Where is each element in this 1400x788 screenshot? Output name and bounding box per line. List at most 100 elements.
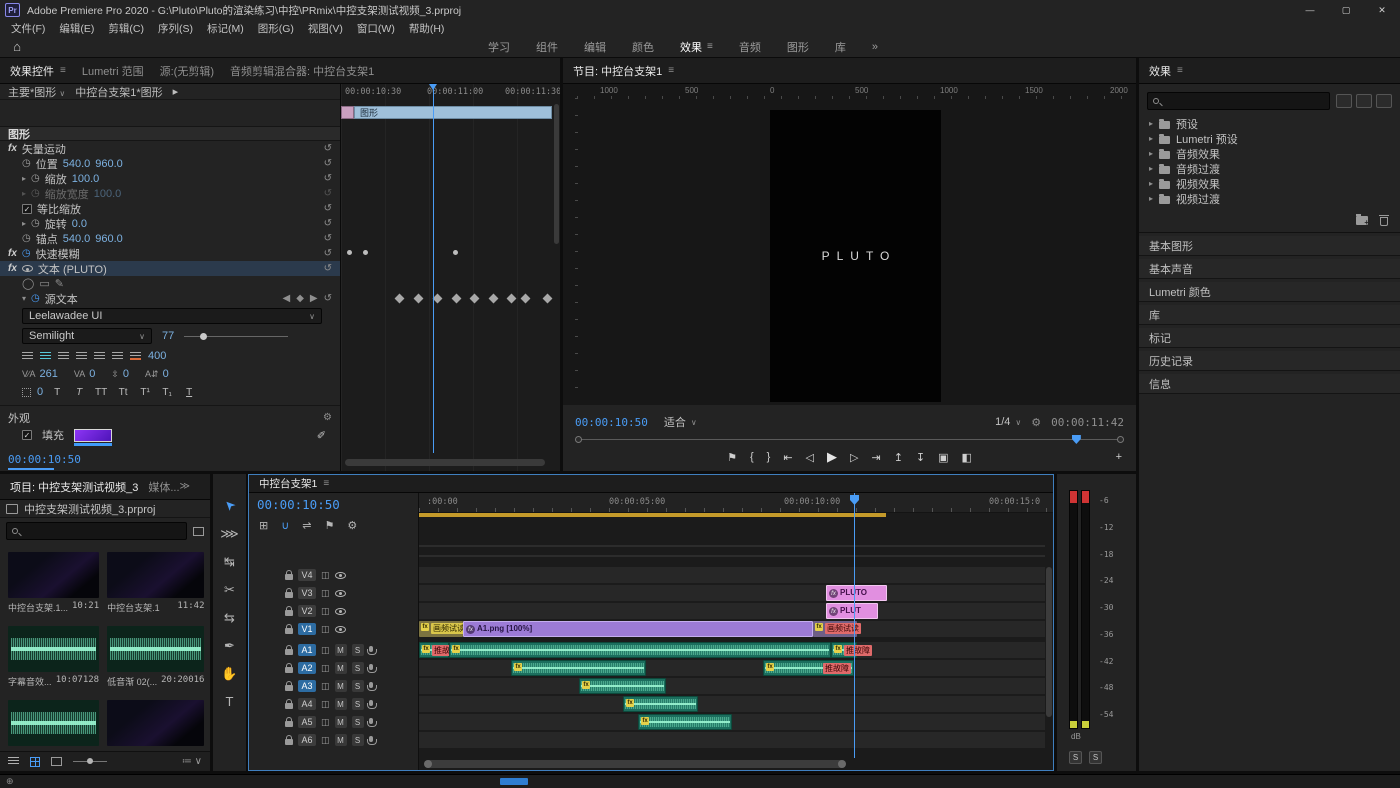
zoom-slider[interactable]: [73, 761, 107, 762]
checkbox-checked-icon[interactable]: ✓: [22, 204, 32, 214]
workspace-overflow-icon[interactable]: »: [872, 41, 878, 53]
ripple-edit-tool[interactable]: ↹: [224, 554, 235, 569]
reset-property-icon[interactable]: ↺: [324, 293, 332, 304]
solo-button[interactable]: S: [352, 644, 364, 656]
timeline-content[interactable]: :00:0000:00:05:0000:00:10:0000:00:15:0 f…: [419, 493, 1053, 770]
panel-tab[interactable]: 音频剪辑混合器: 中控台支架1: [230, 63, 374, 79]
comparison-view-button[interactable]: ◧: [962, 451, 972, 464]
voiceover-mic-icon[interactable]: [369, 646, 373, 652]
workspace-tab[interactable]: 效果≡: [680, 39, 713, 55]
settings-wrench-icon[interactable]: ⚙: [1031, 416, 1041, 429]
wrench-icon[interactable]: ⚙: [323, 412, 332, 423]
effects-folder-row[interactable]: ▸预设: [1139, 116, 1400, 131]
linked-selection-button[interactable]: ⇌: [302, 519, 311, 532]
horizontal-scrollbar[interactable]: [345, 459, 545, 466]
keyframe-diamond[interactable]: [489, 294, 499, 304]
mute-button[interactable]: M: [335, 716, 347, 728]
solo-button[interactable]: S: [352, 716, 364, 728]
tracking-control[interactable]: VA0: [74, 368, 95, 380]
effects-folder-row[interactable]: ▸音频效果: [1139, 146, 1400, 161]
master-clip-selector[interactable]: 主要*图形 ∨: [8, 84, 65, 100]
graphics-group-header[interactable]: 图形: [0, 126, 340, 141]
video-thumbnail[interactable]: [107, 552, 204, 598]
tab-media-browser[interactable]: 媒体...: [148, 479, 179, 495]
audio-thumbnail[interactable]: [8, 626, 99, 672]
effects-folder-row[interactable]: ▸Lumetri 预设: [1139, 131, 1400, 146]
voiceover-mic-icon[interactable]: [369, 700, 373, 706]
scale-value[interactable]: 100.0: [72, 173, 100, 185]
font-family-select[interactable]: Leelawadee UI ∨: [22, 308, 322, 324]
track-lane-V2[interactable]: [419, 603, 1045, 619]
align-right-icon[interactable]: [58, 352, 69, 360]
solo-button[interactable]: S: [352, 734, 364, 746]
anchor-x-value[interactable]: 540.0: [63, 233, 91, 245]
keyframe-diamond[interactable]: [507, 294, 517, 304]
text-box-value[interactable]: 0: [37, 386, 43, 398]
kerning-value[interactable]: 261: [40, 368, 58, 380]
sync-lock-icon[interactable]: ◫: [321, 735, 330, 746]
32bit-effects-filter-button[interactable]: [1356, 94, 1372, 108]
playback-resolution-select[interactable]: 1/4∨: [995, 416, 1021, 428]
workspace-tab[interactable]: 音频: [739, 39, 761, 55]
menu-item[interactable]: 标记(M): [200, 21, 251, 36]
clip-segment[interactable]: [341, 106, 354, 119]
track-output-icon[interactable]: [335, 590, 346, 597]
reset-property-icon[interactable]: ↺: [324, 173, 332, 184]
panel-tab[interactable]: 效果控件: [10, 63, 54, 79]
chevron-right-icon[interactable]: ▸: [1149, 134, 1153, 143]
keyframe-dot[interactable]: [347, 250, 352, 255]
menu-item[interactable]: 视图(V): [301, 21, 350, 36]
yuv-effects-filter-button[interactable]: [1376, 94, 1392, 108]
scrub-track[interactable]: [581, 439, 1118, 440]
solo-button[interactable]: S: [352, 680, 364, 692]
add-keyframe-icon[interactable]: ◆: [296, 293, 304, 304]
timeline-playhead[interactable]: [854, 493, 855, 758]
keyframe-dot[interactable]: [453, 250, 458, 255]
track-lane-V3[interactable]: [419, 585, 1045, 601]
panel-options-icon[interactable]: [193, 527, 204, 536]
align-left-icon[interactable]: [22, 352, 33, 360]
collapsed-panel-tab[interactable]: 库: [1139, 305, 1400, 325]
menu-item[interactable]: 剪辑(C): [101, 21, 151, 36]
clip-indicator[interactable]: [1082, 491, 1089, 503]
reset-effect-icon[interactable]: ↺: [324, 143, 332, 154]
baseline-shift-control[interactable]: A⇵0: [145, 368, 169, 380]
chevron-right-icon[interactable]: ▸: [1149, 164, 1153, 173]
project-item[interactable]: 字幕音效...10:07128: [8, 626, 99, 688]
property-uniform-scale[interactable]: ✓ 等比缩放 ↺: [0, 201, 340, 216]
workspace-tab[interactable]: 颜色: [632, 39, 654, 55]
track-lane-A3[interactable]: [419, 678, 1045, 694]
clip-indicator[interactable]: [1070, 491, 1077, 503]
sync-lock-icon[interactable]: ◫: [321, 624, 330, 635]
effect-timeline-clip[interactable]: 图形: [341, 106, 552, 119]
accelerated-effects-filter-button[interactable]: [1336, 94, 1352, 108]
clip-A1.png [100%][interactable]: fxA1.png [100%]: [463, 621, 813, 637]
step-back-button[interactable]: ◁: [806, 451, 814, 464]
tab-program[interactable]: 节目: 中控台支架1: [573, 63, 662, 79]
effect-fast-blur[interactable]: fx ◷ 快速模糊 ↺: [0, 246, 340, 261]
clip-推故障[interactable]: fx推故障: [763, 660, 854, 676]
collapse-panel-icon[interactable]: ▸: [173, 85, 179, 98]
keyframe-diamond[interactable]: [414, 294, 424, 304]
track-lock-icon[interactable]: [285, 685, 293, 691]
effects-folder-row[interactable]: ▸音频过渡: [1139, 161, 1400, 176]
effect-controls-timecode[interactable]: 00:00:10:50: [8, 453, 81, 466]
snap-button[interactable]: ∪: [281, 519, 289, 532]
sync-lock-icon[interactable]: ◫: [321, 663, 330, 674]
justify-left-icon[interactable]: [76, 352, 87, 360]
collapsed-panel-tab[interactable]: 标记: [1139, 328, 1400, 348]
small-caps-button[interactable]: Tt: [115, 387, 131, 398]
subscript-button[interactable]: T₁: [159, 387, 175, 398]
mute-button[interactable]: M: [335, 698, 347, 710]
program-timecode[interactable]: 00:00:10:50: [575, 416, 648, 429]
keyframe-diamond[interactable]: [470, 294, 480, 304]
chevron-right-icon[interactable]: ▸: [1149, 119, 1153, 128]
reset-property-icon[interactable]: ↺: [324, 203, 332, 214]
reset-property-icon[interactable]: ↺: [324, 188, 332, 199]
track-target-A5[interactable]: A5: [298, 716, 316, 728]
track-target-A2[interactable]: A2: [298, 662, 316, 674]
eyedropper-icon[interactable]: ✐: [317, 429, 326, 442]
play-button[interactable]: ▶: [827, 449, 837, 465]
timeline-timecode[interactable]: 00:00:10:50: [249, 493, 418, 512]
clip-audio[interactable]: fx: [579, 678, 666, 694]
